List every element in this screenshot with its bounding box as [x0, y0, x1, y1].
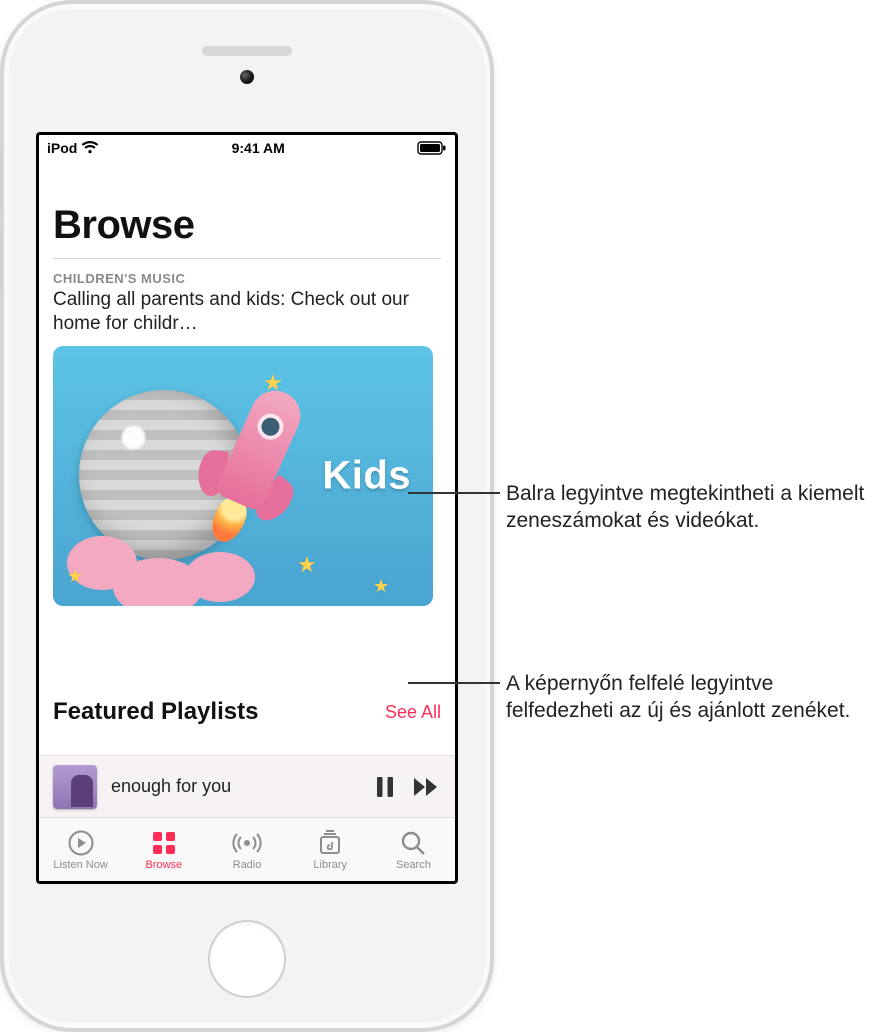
tab-library[interactable]: Library — [289, 818, 372, 881]
radio-icon — [232, 829, 262, 857]
grid-icon — [151, 829, 177, 857]
divider — [53, 258, 441, 259]
tab-listen-now[interactable]: Listen Now — [39, 818, 122, 881]
device-camera — [240, 70, 254, 84]
tab-search[interactable]: Search — [372, 818, 455, 881]
page-title: Browse — [53, 203, 441, 248]
status-carrier: iPod — [47, 140, 77, 156]
now-playing-bar[interactable]: enough for you — [39, 755, 455, 817]
now-playing-artwork[interactable] — [53, 765, 97, 809]
tab-label: Library — [313, 859, 347, 871]
search-icon — [400, 829, 426, 857]
tab-label: Listen Now — [53, 859, 107, 871]
section-title: Featured Playlists — [53, 698, 258, 726]
star-icon: ★ — [373, 576, 389, 597]
pause-button[interactable] — [371, 773, 399, 801]
volume-up-button[interactable] — [0, 150, 2, 210]
now-playing-title[interactable]: enough for you — [111, 776, 357, 797]
callout-leader-line — [408, 492, 500, 494]
featured-card-description: Calling all parents and kids: Check out … — [53, 288, 433, 336]
callout-swipe-up: A képernyőn felfelé legyintve felfedezhe… — [506, 670, 866, 725]
screen: iPod 9:41 AM Browse CHILDREN'S MUSIC Cal… — [36, 132, 458, 884]
callout-swipe-left: Balra legyintve megtekintheti a kiemelt … — [506, 480, 866, 535]
callout-text: Balra legyintve megtekintheti a kiemelt … — [506, 482, 864, 532]
tab-bar: Listen Now Browse Radio Library — [39, 817, 455, 881]
library-icon — [317, 829, 343, 857]
browse-content[interactable]: Browse CHILDREN'S MUSIC Calling all pare… — [39, 161, 455, 755]
device-speaker — [202, 46, 292, 56]
tab-label: Browse — [145, 859, 182, 871]
status-time: 9:41 AM — [99, 140, 417, 156]
tab-label: Radio — [233, 859, 262, 871]
next-track-button[interactable] — [413, 773, 441, 801]
battery-icon — [417, 141, 447, 155]
play-circle-icon — [68, 829, 94, 857]
featured-card[interactable]: CHILDREN'S MUSIC Calling all parents and… — [53, 271, 433, 676]
featured-playlists-header: Featured Playlists See All — [53, 698, 441, 726]
featured-cards-carousel[interactable]: CHILDREN'S MUSIC Calling all parents and… — [53, 271, 441, 676]
featured-card-eyebrow: CHILDREN'S MUSIC — [53, 271, 433, 286]
star-icon: ★ — [263, 370, 283, 396]
see-all-button[interactable]: See All — [385, 702, 441, 723]
featured-card-art-label: Kids — [322, 454, 411, 499]
star-icon: ★ — [297, 552, 317, 578]
volume-down-button[interactable] — [0, 230, 2, 290]
callout-leader-line — [408, 682, 500, 684]
wifi-icon — [81, 141, 99, 155]
tab-radio[interactable]: Radio — [205, 818, 288, 881]
tab-label: Search — [396, 859, 431, 871]
status-bar: iPod 9:41 AM — [39, 135, 455, 161]
tab-browse[interactable]: Browse — [122, 818, 205, 881]
callout-text: A képernyőn felfelé legyintve felfedezhe… — [506, 672, 850, 722]
device-frame: iPod 9:41 AM Browse CHILDREN'S MUSIC Cal… — [0, 0, 494, 1032]
home-button[interactable] — [208, 920, 286, 998]
featured-card-artwork[interactable]: ★ ★ ★ ★ Kids — [53, 346, 433, 606]
star-icon: ★ — [67, 566, 83, 587]
